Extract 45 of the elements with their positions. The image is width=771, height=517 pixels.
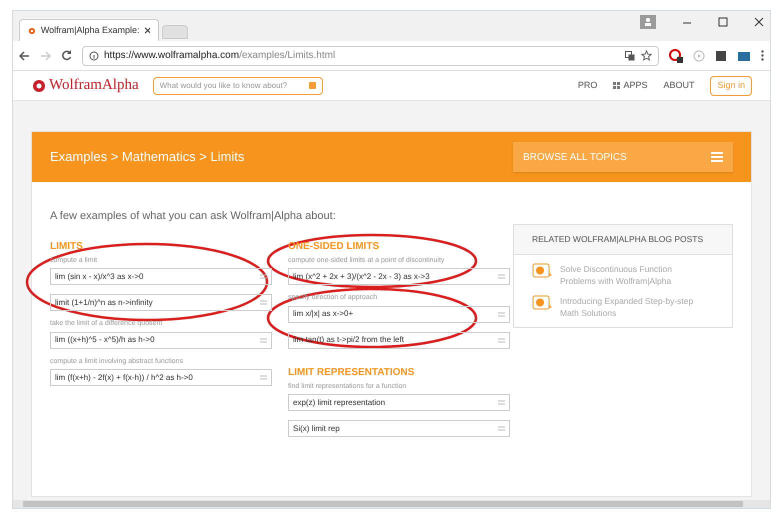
menu-icon[interactable] bbox=[761, 50, 764, 61]
close-icon[interactable] bbox=[754, 17, 764, 27]
example-field[interactable]: Si(x) limit rep bbox=[288, 420, 510, 437]
example-field[interactable]: exp(z) limit representation bbox=[288, 394, 510, 411]
intro-text: A few examples of what you can ask Wolfram|Alpha about: bbox=[50, 209, 337, 224]
search-field[interactable]: What would you like to know about? bbox=[152, 76, 323, 94]
forward-icon[interactable] bbox=[40, 50, 51, 60]
example-field[interactable]: lim ((x+h)^5 - x^5)/h as h->0 bbox=[50, 332, 272, 348]
url-text: https://www.wolframalpha.com/examples/Limits.html bbox=[104, 49, 336, 63]
example-field[interactable]: limit (1+1/n)^n as n->infinity bbox=[50, 294, 272, 311]
logo-icon bbox=[28, 26, 36, 36]
square-icon[interactable] bbox=[715, 50, 727, 62]
blog-icon bbox=[532, 295, 552, 311]
nav-link[interactable]: PRO bbox=[578, 78, 598, 92]
translate-icon[interactable] bbox=[625, 50, 635, 60]
logo-icon bbox=[31, 78, 47, 94]
section-heading: LIMITS bbox=[50, 240, 84, 254]
section-heading: ONE-SIDED LIMITS bbox=[288, 240, 380, 254]
address-bar[interactable]: https://www.wolframalpha.com/examples/Limits.html bbox=[82, 46, 659, 66]
scrollbar-thumb[interactable] bbox=[23, 501, 743, 507]
nav-link[interactable]: ABOUT bbox=[663, 78, 694, 92]
example-field[interactable]: lim (sin x - x)/x^3 as x->0 bbox=[50, 268, 272, 285]
example-field[interactable]: lim (f(x+h) - 2f(x) + f(x-h)) / h^2 as h->0 bbox=[50, 369, 272, 386]
reload-icon[interactable] bbox=[61, 50, 72, 61]
tab-title: Wolfram|Alpha Example: bbox=[40, 24, 140, 37]
extension-icon[interactable] bbox=[669, 48, 683, 62]
nav-link[interactable]: APPS bbox=[613, 78, 648, 92]
star-icon[interactable] bbox=[641, 50, 652, 61]
blog-icon bbox=[532, 263, 552, 279]
equals-icon[interactable] bbox=[260, 274, 267, 279]
logo-text: WolframAlpha bbox=[49, 76, 139, 96]
example-field[interactable]: lim x/|x| as x->0+ bbox=[288, 306, 510, 322]
panel-title: RELATED WOLFRAM|ALPHA BLOG POSTS bbox=[532, 233, 704, 246]
search-icon[interactable] bbox=[308, 82, 316, 89]
play-icon[interactable] bbox=[693, 50, 705, 62]
breadcrumb: Examples > Mathematics > Limits bbox=[50, 148, 244, 166]
section-heading: LIMIT REPRESENTATIONS bbox=[288, 366, 416, 380]
back-icon[interactable] bbox=[19, 50, 30, 60]
menu-icon bbox=[711, 152, 723, 162]
close-icon[interactable] bbox=[144, 27, 150, 34]
maximize-icon[interactable] bbox=[718, 17, 728, 27]
grid-icon bbox=[613, 82, 620, 89]
user-icon[interactable] bbox=[640, 15, 656, 29]
info-icon bbox=[89, 50, 99, 60]
browser-tab[interactable]: Wolfram|Alpha Example: bbox=[19, 19, 159, 41]
